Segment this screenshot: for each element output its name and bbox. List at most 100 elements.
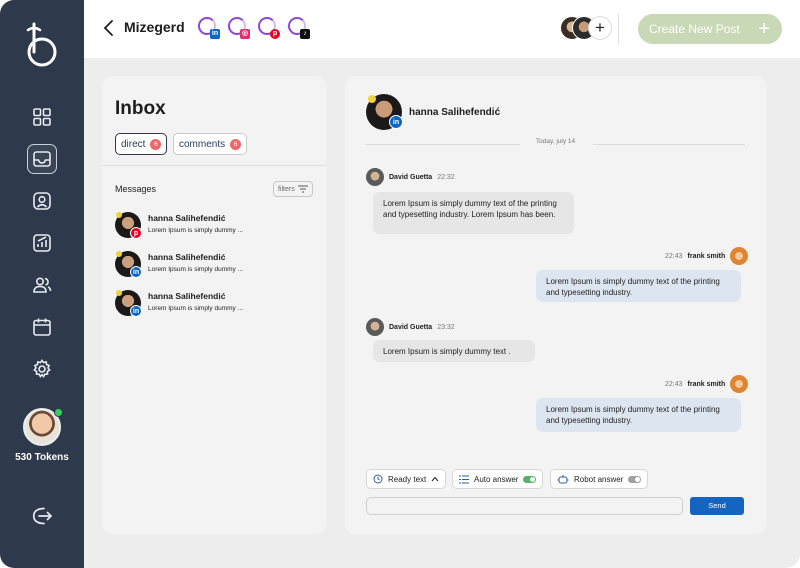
- divider: [102, 165, 326, 166]
- linkedin-icon: in: [210, 29, 220, 39]
- list-item[interactable]: in hanna Salihefendić Lorem Ipsum is sim…: [115, 290, 315, 320]
- list-icon: [459, 475, 469, 483]
- message-input[interactable]: [366, 497, 683, 515]
- message-sender: David Guetta 22:32: [366, 168, 455, 186]
- tab-comments[interactable]: comments 6: [173, 133, 248, 155]
- robot-answer-label: Robot answer: [574, 474, 624, 484]
- robot-answer-toggle[interactable]: Robot answer: [550, 469, 649, 489]
- message-bubble: Lorem Ipsum is simply dummy text of the …: [536, 270, 741, 302]
- social-account-instagram[interactable]: ◎: [228, 17, 250, 39]
- brand-name: Mizegerd: [124, 19, 185, 35]
- inbox-panel: Inbox direct 6 comments 6 Messages filte…: [102, 76, 326, 534]
- tab-label: comments: [179, 138, 226, 150]
- pinterest-icon: p: [130, 227, 142, 239]
- linkedin-icon: in: [130, 266, 142, 278]
- online-status-dot: [54, 408, 63, 417]
- message-time: 23:32: [437, 323, 455, 331]
- top-header: Mizegerd in ◎ p ♪ + Create New Post +: [84, 0, 800, 58]
- message-preview: Lorem Ipsum is simply dummy ...: [148, 266, 243, 273]
- create-post-button[interactable]: Create New Post +: [638, 14, 782, 44]
- message-time: 22:32: [437, 173, 455, 181]
- analytics-icon: [33, 234, 51, 252]
- settings-icon: [33, 359, 51, 378]
- unread-badge: 6: [230, 138, 242, 150]
- tab-label: direct: [121, 138, 146, 150]
- sidebar: 530 Tokens: [0, 0, 84, 568]
- app-window: 530 Tokens Mizegerd in ◎ p ♪ + Create Ne…: [0, 0, 800, 568]
- message-bubble: Lorem Ipsum is simply dummy text .: [373, 340, 535, 362]
- message-time: 22:43: [665, 252, 683, 260]
- message-sender: 22:43 frank smith: [665, 247, 749, 265]
- chat-contact-name: hanna Salihefendić: [409, 107, 501, 118]
- message-sender: David Guetta 23:32: [366, 318, 455, 336]
- list-item[interactable]: p hanna Salihefendić Lorem Ipsum is simp…: [115, 212, 315, 242]
- list-item[interactable]: in hanna Salihefendić Lorem Ipsum is sim…: [115, 251, 315, 281]
- nav-settings[interactable]: [27, 354, 57, 384]
- filter-icon: [298, 185, 308, 193]
- social-account-tiktok[interactable]: ♪: [288, 17, 310, 39]
- nav-calendar[interactable]: [27, 312, 57, 342]
- nav-users[interactable]: [27, 270, 57, 300]
- unread-badge: 6: [150, 138, 162, 150]
- message-bubble: Lorem Ipsum is simply dummy text of the …: [536, 398, 741, 432]
- token-count: 530 Tokens: [15, 452, 69, 463]
- avatar: [366, 168, 384, 186]
- logout-icon[interactable]: [30, 504, 54, 528]
- auto-answer-toggle[interactable]: Auto answer: [452, 469, 544, 489]
- avatar: [730, 375, 749, 393]
- tab-direct[interactable]: direct 6: [115, 133, 168, 155]
- divider: [593, 144, 745, 145]
- linkedin-icon: in: [389, 115, 403, 129]
- create-post-label: Create New Post: [649, 22, 740, 36]
- pinterest-icon: p: [270, 29, 280, 39]
- social-account-pinterest[interactable]: p: [258, 17, 280, 39]
- inbox-title: Inbox: [115, 98, 166, 119]
- send-button[interactable]: Send: [690, 497, 744, 515]
- ready-text-label: Ready text: [388, 474, 427, 484]
- header-divider: [618, 14, 619, 44]
- dashboard-icon: [33, 108, 51, 126]
- chevron-up-icon: [431, 476, 439, 482]
- calendar-icon: [33, 318, 51, 336]
- add-member-button[interactable]: +: [588, 16, 612, 40]
- linkedin-icon: in: [130, 305, 142, 317]
- filters-button[interactable]: filters: [273, 181, 313, 197]
- contact-name: hanna Salihefendić: [148, 291, 226, 301]
- clock-icon: [373, 474, 383, 484]
- message-bubble: Lorem Ipsum is simply dummy text of the …: [373, 192, 574, 234]
- contact-name: hanna Salihefendić: [148, 252, 226, 262]
- tiktok-icon: ♪: [300, 29, 310, 39]
- chat-panel: in hanna Salihefendić Today, july 14 Dav…: [345, 76, 766, 534]
- sender-name: frank smith: [687, 252, 726, 260]
- auto-answer-label: Auto answer: [474, 474, 519, 484]
- team-members: +: [560, 16, 612, 42]
- message-preview: Lorem Ipsum is simply dummy ...: [148, 227, 243, 234]
- robot-icon: [557, 475, 569, 484]
- inbox-icon: [33, 151, 51, 167]
- avatar: [366, 318, 384, 336]
- avatar: [730, 247, 749, 265]
- contact-name: hanna Salihefendić: [148, 213, 226, 223]
- back-arrow-icon[interactable]: [102, 18, 116, 38]
- user-avatar[interactable]: [23, 408, 63, 446]
- ready-text-dropdown[interactable]: Ready text: [366, 469, 447, 489]
- toggle-switch[interactable]: [628, 475, 642, 483]
- logo-icon: [26, 22, 57, 67]
- profile-icon: [33, 192, 51, 210]
- nav-dashboard[interactable]: [27, 102, 57, 132]
- sender-name: frank smith: [687, 380, 726, 388]
- messages-label: Messages: [115, 184, 157, 194]
- message-sender: 22:43 frank smith: [665, 375, 749, 393]
- sender-name: David Guetta: [389, 173, 433, 181]
- message-preview: Lorem Ipsum is simply dummy ...: [148, 305, 243, 312]
- plus-icon: +: [758, 18, 770, 40]
- sender-name: David Guetta: [389, 323, 433, 331]
- nav-analytics[interactable]: [27, 228, 57, 258]
- toggle-switch[interactable]: [523, 475, 537, 483]
- filters-label: filters: [278, 185, 295, 193]
- instagram-icon: ◎: [240, 29, 250, 39]
- nav-inbox[interactable]: [27, 144, 57, 174]
- social-account-linkedin[interactable]: in: [198, 17, 220, 39]
- nav-profile[interactable]: [27, 186, 57, 216]
- users-icon: [33, 277, 52, 293]
